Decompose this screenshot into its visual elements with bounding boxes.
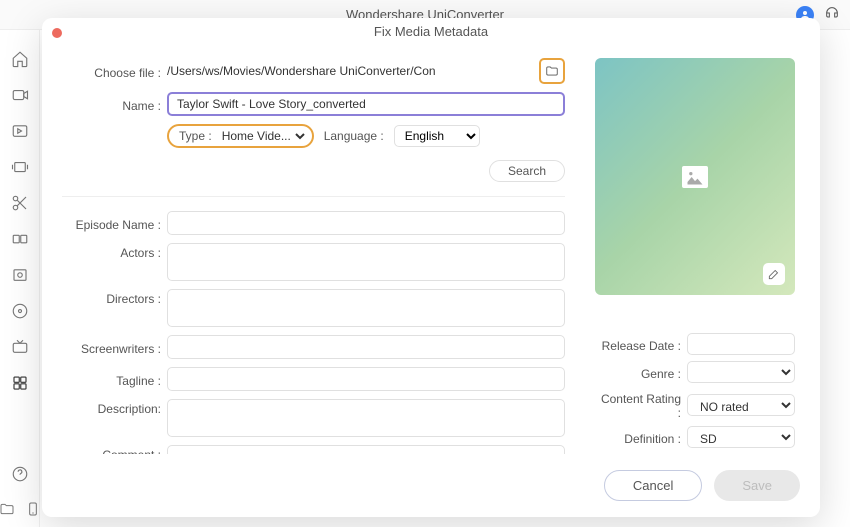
comment-input[interactable] [167, 445, 565, 454]
tv-icon[interactable] [11, 338, 29, 356]
choose-file-label: Choose file : [62, 63, 167, 80]
episode-name-input[interactable] [167, 211, 565, 235]
left-sidebar [0, 30, 40, 527]
help-icon[interactable] [11, 465, 29, 483]
screenwriters-label: Screenwriters : [62, 339, 167, 356]
definition-select[interactable]: SD [687, 426, 795, 448]
release-date-label: Release Date : [595, 336, 687, 353]
description-label: Description: [62, 399, 167, 416]
merge-icon[interactable] [11, 230, 29, 248]
image-slider-icon[interactable] [11, 158, 29, 176]
genre-select[interactable] [687, 361, 795, 383]
section-divider [62, 196, 565, 197]
modal-titlebar: Fix Media Metadata [42, 18, 820, 43]
name-input[interactable] [167, 92, 565, 116]
actors-input[interactable] [167, 243, 565, 281]
dvd-icon[interactable] [11, 302, 29, 320]
episode-name-label: Episode Name : [62, 215, 167, 232]
record-icon[interactable] [11, 266, 29, 284]
type-select-group: Type : Home Vide... [167, 124, 314, 148]
video-icon[interactable] [11, 86, 29, 104]
comment-label: Comment : [62, 445, 167, 454]
home-icon[interactable] [11, 50, 29, 68]
directors-label: Directors : [62, 289, 167, 306]
type-select[interactable]: Home Vide... [218, 128, 308, 144]
content-rating-select[interactable]: NO rated [687, 394, 795, 416]
actors-label: Actors : [62, 243, 167, 260]
toolbox-icon[interactable] [11, 374, 29, 392]
fix-metadata-modal: Fix Media Metadata Choose file : /Users/… [42, 18, 820, 517]
screenwriters-input[interactable] [167, 335, 565, 359]
release-date-input[interactable] [687, 333, 795, 355]
support-icon[interactable] [824, 5, 840, 24]
language-select[interactable]: English [394, 125, 480, 147]
search-button[interactable]: Search [489, 160, 565, 182]
modal-title: Fix Media Metadata [374, 24, 488, 39]
image-placeholder-icon [682, 166, 708, 188]
name-label: Name : [62, 96, 167, 113]
close-icon[interactable] [52, 28, 62, 38]
content-rating-label: Content Rating : [595, 389, 687, 420]
language-label: Language : [324, 129, 384, 143]
scissors-icon[interactable] [11, 194, 29, 212]
description-input[interactable] [167, 399, 565, 437]
cancel-button[interactable]: Cancel [604, 470, 702, 501]
edit-poster-button[interactable] [763, 263, 785, 285]
browse-folder-button[interactable] [539, 58, 565, 84]
directors-input[interactable] [167, 289, 565, 327]
audio-icon[interactable] [11, 122, 29, 140]
tagline-input[interactable] [167, 367, 565, 391]
poster-preview [595, 58, 795, 295]
file-path-display: /Users/ws/Movies/Wondershare UniConverte… [167, 61, 531, 81]
save-button[interactable]: Save [714, 470, 800, 501]
genre-label: Genre : [595, 364, 687, 381]
type-label: Type : [179, 129, 212, 143]
definition-label: Definition : [595, 429, 687, 446]
phone-small-icon[interactable] [25, 501, 41, 517]
tagline-label: Tagline : [62, 371, 167, 388]
folder-small-icon[interactable] [0, 501, 15, 517]
